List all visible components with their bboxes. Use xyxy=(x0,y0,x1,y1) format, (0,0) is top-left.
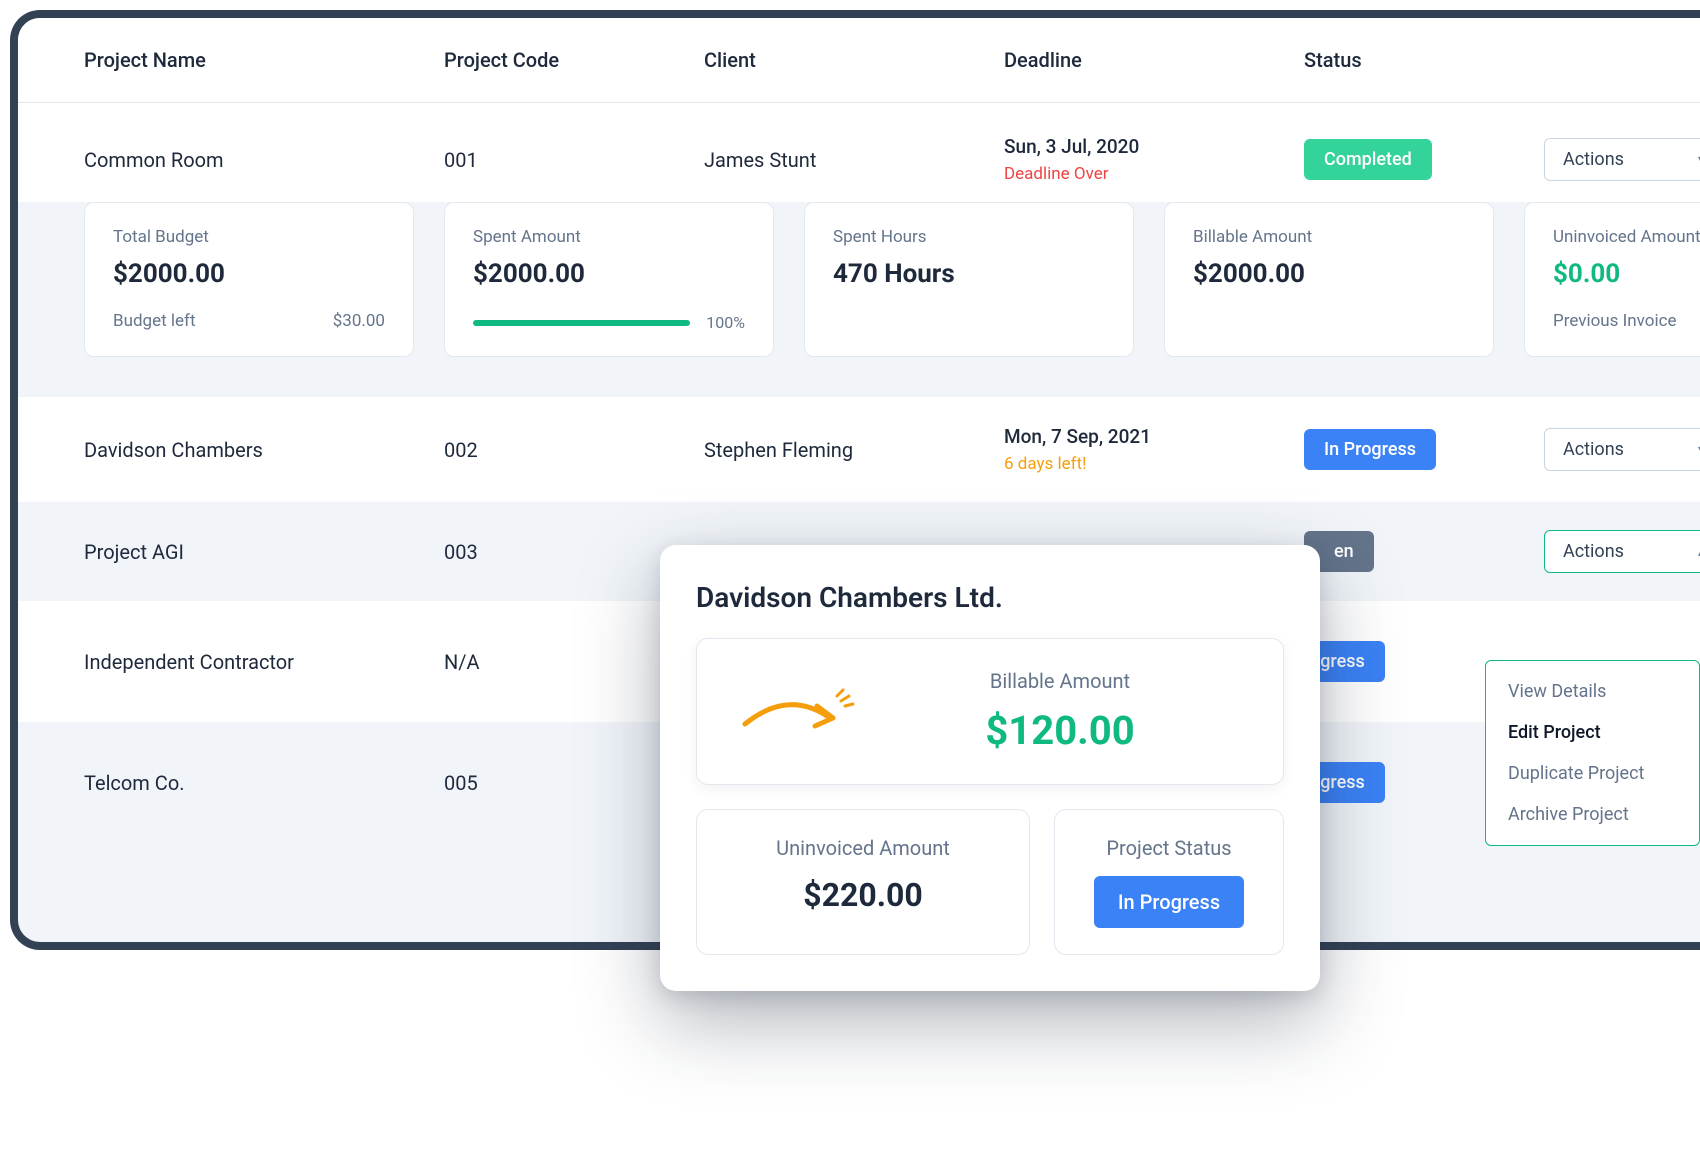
actions-label: Actions xyxy=(1563,149,1624,170)
cell-name: Telcom Co. xyxy=(84,771,444,795)
deadline-date: Sun, 3 Jul, 2020 xyxy=(1004,135,1304,158)
card-label: Billable Amount xyxy=(1193,227,1465,247)
card-label: Total Budget xyxy=(113,227,385,247)
table-row: Davidson Chambers 002 Stephen Fleming Mo… xyxy=(18,397,1700,502)
card-sub: Budget left $30.00 xyxy=(113,311,385,331)
card-value: $2000.00 xyxy=(113,259,385,289)
col-code: Project Code xyxy=(444,48,704,72)
deadline-note: 6 days left! xyxy=(1004,454,1304,474)
actions-label: Actions xyxy=(1563,439,1624,460)
status-badge: Completed xyxy=(1304,139,1432,180)
table-header-row: Project Name Project Code Client Deadlin… xyxy=(18,18,1700,103)
dd-view-details[interactable]: View Details xyxy=(1486,671,1699,712)
table-row: Common Room 001 James Stunt Sun, 3 Jul, … xyxy=(18,103,1700,202)
popover-uninvoiced-card: Uninvoiced Amount $220.00 xyxy=(696,809,1030,955)
deadline-date: Mon, 7 Sep, 2021 xyxy=(1004,425,1304,448)
expanded-metrics: Total Budget $2000.00 Budget left $30.00… xyxy=(18,202,1700,397)
col-status: Status xyxy=(1304,48,1544,72)
card-total-budget: Total Budget $2000.00 Budget left $30.00 xyxy=(84,202,414,357)
progress-fill xyxy=(473,320,690,326)
popover-status-badge: In Progress xyxy=(1094,876,1244,928)
actions-dropdown: View Details Edit Project Duplicate Proj… xyxy=(1485,660,1700,846)
actions-label: Actions xyxy=(1563,541,1624,562)
dd-duplicate-project[interactable]: Duplicate Project xyxy=(1486,753,1699,794)
card-label: Spent Amount xyxy=(473,227,745,247)
cell-client: Stephen Fleming xyxy=(704,438,1004,462)
cell-status: In Progress xyxy=(1304,429,1544,470)
cell-deadline: Mon, 7 Sep, 2021 6 days left! xyxy=(1004,425,1304,474)
col-client: Client xyxy=(704,48,1004,72)
card-billable: Billable Amount $2000.00 xyxy=(1164,202,1494,357)
actions-button[interactable]: Actions ▾ xyxy=(1544,138,1700,181)
card-value: $2000.00 xyxy=(473,259,745,289)
card-sub-value: $30.00 xyxy=(333,311,385,331)
card-sub-label: Previous Invoice xyxy=(1553,311,1677,331)
cell-actions: Actions ▾ xyxy=(1544,138,1700,181)
cell-status: Completed xyxy=(1304,139,1544,180)
cell-name: Independent Contractor xyxy=(84,650,444,674)
popover-billable-value: $120.00 xyxy=(887,707,1233,754)
card-uninvoiced: Uninvoiced Amount $0.00 Previous Invoice xyxy=(1524,202,1700,357)
popover-status-label: Project Status xyxy=(1075,836,1263,860)
popover-status-card: Project Status In Progress xyxy=(1054,809,1284,955)
status-badge: In Progress xyxy=(1304,429,1436,470)
popover-uninvoiced-value: $220.00 xyxy=(717,876,1009,914)
card-spent-hours: Spent Hours 470 Hours xyxy=(804,202,1134,357)
progress-pct: 100% xyxy=(706,313,745,332)
cell-actions: Actions ▴ xyxy=(1544,530,1700,573)
card-spent-amount: Spent Amount $2000.00 100% xyxy=(444,202,774,357)
card-label: Spent Hours xyxy=(833,227,1105,247)
cell-status: en xyxy=(1304,531,1544,572)
card-sub: Previous Invoice xyxy=(1553,311,1700,331)
card-value: $0.00 xyxy=(1553,259,1700,289)
dd-archive-project[interactable]: Archive Project xyxy=(1486,794,1699,835)
arrow-icon xyxy=(737,682,857,742)
cell-code: 001 xyxy=(444,148,704,172)
col-deadline: Deadline xyxy=(1004,48,1304,72)
cell-actions: Actions ▾ xyxy=(1544,428,1700,471)
col-name: Project Name xyxy=(84,48,444,72)
popover-billable-label: Billable Amount xyxy=(887,669,1233,693)
card-label: Uninvoiced Amount xyxy=(1553,227,1700,247)
cell-client: James Stunt xyxy=(704,148,1004,172)
project-popover: Davidson Chambers Ltd. Billable Amount $… xyxy=(660,545,1320,991)
cell-name: Common Room xyxy=(84,148,444,172)
popover-title: Davidson Chambers Ltd. xyxy=(696,581,1284,614)
cell-code: 002 xyxy=(444,438,704,462)
popover-uninvoiced-label: Uninvoiced Amount xyxy=(717,836,1009,860)
deadline-note: Deadline Over xyxy=(1004,164,1304,184)
cell-name: Davidson Chambers xyxy=(84,438,444,462)
popover-main-card: Billable Amount $120.00 xyxy=(696,638,1284,785)
card-value: $2000.00 xyxy=(1193,259,1465,289)
dd-edit-project[interactable]: Edit Project xyxy=(1486,712,1699,753)
cell-name: Project AGI xyxy=(84,540,444,564)
card-sub-label: Budget left xyxy=(113,311,196,331)
actions-button[interactable]: Actions ▴ xyxy=(1544,530,1700,573)
progress-bar: 100% xyxy=(473,313,745,332)
actions-button[interactable]: Actions ▾ xyxy=(1544,428,1700,471)
card-value: 470 Hours xyxy=(833,259,1105,289)
cell-deadline: Sun, 3 Jul, 2020 Deadline Over xyxy=(1004,135,1304,184)
